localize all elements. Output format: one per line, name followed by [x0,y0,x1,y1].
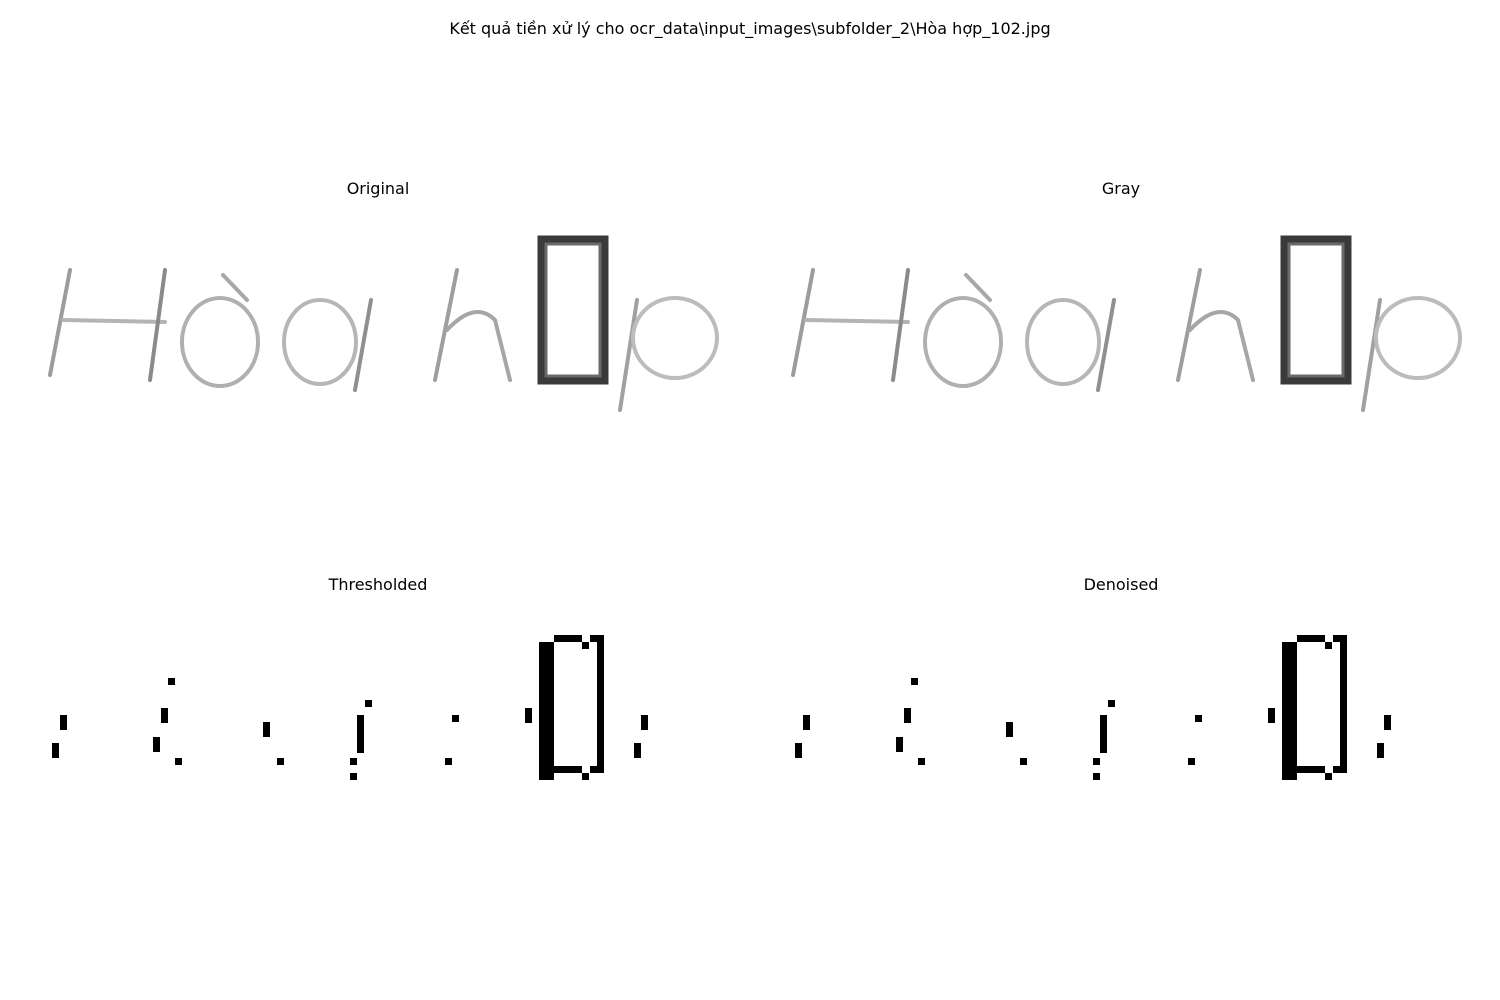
panel-title-thresholded: Thresholded [328,575,428,594]
panel-thresholded-image [15,625,742,817]
panel-title-gray: Gray [1101,179,1141,198]
panel-original-image [15,230,742,422]
panel-denoised-image [758,625,1485,817]
panel-title-denoised: Denoised [1083,575,1159,594]
figure-title: Kết quả tiền xử lý cho ocr_data\input_im… [449,19,1051,38]
panel-gray-image [758,230,1485,422]
panel-title-original: Original [346,179,410,198]
